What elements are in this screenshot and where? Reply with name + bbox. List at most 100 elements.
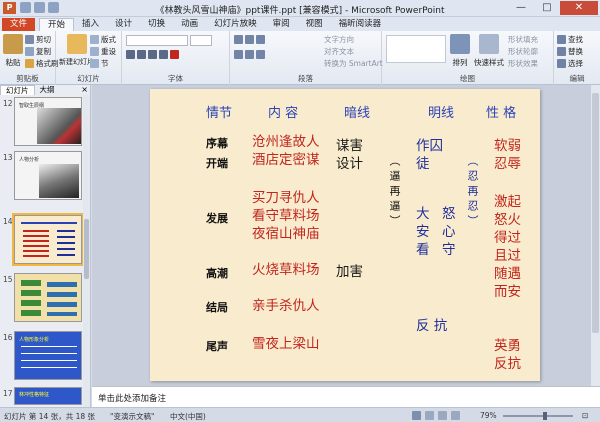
new-slide-button[interactable]: 新建幻灯片 xyxy=(59,34,94,67)
group-font: 字体 xyxy=(122,31,230,85)
arrange-button[interactable]: 排列 xyxy=(450,34,470,68)
align-center-icon[interactable] xyxy=(245,50,254,59)
reset-button[interactable]: 重设 xyxy=(90,46,116,57)
text-direction-button[interactable]: 文字方向 xyxy=(324,34,354,45)
slides-panel: 幻灯片 大纲 × 12 智取生辰纲 13 人物分析 14 15 16 人物形象分… xyxy=(0,85,91,407)
dark-line-vertical: （逼再逼） xyxy=(388,155,401,230)
zoom-slider-knob[interactable] xyxy=(542,412,547,420)
tab-slides[interactable]: 幻灯片 xyxy=(0,85,35,95)
slide-thumbnail-16[interactable]: 16 人物形象分析 xyxy=(0,331,88,381)
slide-thumbnail-12[interactable]: 12 智取生辰纲 xyxy=(0,97,88,147)
scissors-icon xyxy=(25,35,34,44)
layout-button[interactable]: 版式 xyxy=(90,34,116,45)
numbering-icon[interactable] xyxy=(245,35,254,44)
bold-icon[interactable] xyxy=(126,50,135,59)
shapes-gallery[interactable] xyxy=(386,35,446,63)
paste-icon xyxy=(3,34,23,54)
cut-button[interactable]: 剪切 xyxy=(25,34,51,45)
save-icon[interactable] xyxy=(20,2,31,13)
font-size-select[interactable] xyxy=(190,35,212,46)
maximize-button[interactable]: □ xyxy=(534,1,560,15)
thumbnail-image xyxy=(39,164,79,198)
reading-view-icon[interactable] xyxy=(438,411,447,420)
section-icon xyxy=(90,59,99,68)
tab-transitions[interactable]: 切换 xyxy=(140,18,173,31)
undo-icon[interactable] xyxy=(34,2,45,13)
quick-styles-button[interactable]: 快速样式 xyxy=(474,34,504,68)
tab-slideshow[interactable]: 幻灯片放映 xyxy=(206,18,265,31)
select-button[interactable]: 选择 xyxy=(557,58,583,69)
tab-design[interactable]: 设计 xyxy=(107,18,140,31)
powerpoint-logo-icon: P xyxy=(3,2,16,14)
notes-pane[interactable]: 单击此处添加备注 xyxy=(92,386,600,407)
dark-line-add-harm: 加害 xyxy=(336,264,363,280)
font-color-icon[interactable] xyxy=(170,50,179,59)
shape-fill-button[interactable]: 形状填充 xyxy=(508,34,538,45)
tab-animations[interactable]: 动画 xyxy=(173,18,206,31)
zoom-slider[interactable] xyxy=(503,412,573,420)
slides-panel-scrollbar[interactable] xyxy=(83,95,90,407)
indent-icon[interactable] xyxy=(256,35,265,44)
find-button[interactable]: 查找 xyxy=(557,34,583,45)
normal-view-icon[interactable] xyxy=(412,411,421,420)
minimize-button[interactable]: — xyxy=(508,1,534,15)
tab-foxit[interactable]: 福昕阅读器 xyxy=(331,18,390,31)
zoom-level[interactable]: 79% xyxy=(480,411,497,420)
slide-thumbnail-15[interactable]: 15 xyxy=(0,273,88,323)
content-row-2b: 看守草料场 xyxy=(252,208,320,224)
content-row-3: 火烧草料场 xyxy=(252,262,320,278)
slide-thumbnail-13[interactable]: 13 人物分析 xyxy=(0,151,88,201)
align-left-icon[interactable] xyxy=(234,50,243,59)
strikethrough-icon[interactable] xyxy=(159,50,168,59)
tab-view[interactable]: 视图 xyxy=(298,18,331,31)
slideshow-icon[interactable] xyxy=(451,411,460,420)
tab-outline[interactable]: 大纲 xyxy=(35,85,60,95)
paste-button[interactable]: 粘贴 xyxy=(3,34,23,68)
close-panel-icon[interactable]: × xyxy=(81,85,88,94)
redo-icon[interactable] xyxy=(48,2,59,13)
label-climax: 高潮 xyxy=(206,267,228,280)
editor-scrollbar[interactable] xyxy=(591,85,600,386)
fit-to-window-icon[interactable]: ⊡ xyxy=(582,411,588,420)
copy-button[interactable]: 复制 xyxy=(25,46,51,57)
tab-insert[interactable]: 插入 xyxy=(74,18,107,31)
shape-outline-button[interactable]: 形状轮廓 xyxy=(508,46,538,57)
reset-icon xyxy=(90,47,99,56)
brush-icon xyxy=(25,59,34,68)
ribbon-tabs: 文件 开始 插入 设计 切换 动画 幻灯片放映 审阅 视图 福昕阅读器 xyxy=(0,17,600,31)
slide-sorter-icon[interactable] xyxy=(425,411,434,420)
bright-line-follower: 徒 xyxy=(416,156,430,172)
bright-line-anger: 怒心守 xyxy=(442,206,456,258)
slide-thumbnail-14[interactable]: 14 xyxy=(0,213,88,266)
bullets-icon[interactable] xyxy=(234,35,243,44)
tab-home[interactable]: 开始 xyxy=(39,18,75,31)
smartart-button[interactable]: 转换为 SmartArt xyxy=(324,58,383,69)
character-rise-2: 得过 xyxy=(494,230,521,246)
label-prologue: 序幕 xyxy=(206,137,228,150)
tab-review[interactable]: 审阅 xyxy=(265,18,298,31)
slide-counter: 幻灯片 第 14 张，共 18 张 xyxy=(4,412,96,421)
section-button[interactable]: 节 xyxy=(90,58,109,69)
tab-file[interactable]: 文件 xyxy=(2,18,36,31)
status-bar: 幻灯片 第 14 张，共 18 张 "变演示文稿" 中文(中国) 79% ⊡ xyxy=(0,407,600,422)
group-drawing: 排列 快速样式 形状填充 形状轮廓 形状效果 绘图 xyxy=(382,31,554,85)
slide-canvas[interactable]: 情节 内 容 暗线 明线 性 格 序幕 开端 发展 高潮 结局 尾声 沧州逢故人… xyxy=(150,89,540,381)
character-weak: 软弱 xyxy=(494,138,521,154)
header-content: 内 容 xyxy=(268,106,299,121)
ribbon: 粘贴 剪切 复制 格式刷 剪贴板 新建幻灯片 版式 重设 节 幻灯片 字体 文字… xyxy=(0,31,600,85)
close-button[interactable]: ✕ xyxy=(560,1,598,15)
format-painter-button[interactable]: 格式刷 xyxy=(25,58,59,69)
shape-effects-button[interactable]: 形状效果 xyxy=(508,58,538,69)
italic-icon[interactable] xyxy=(137,50,146,59)
font-format-buttons[interactable] xyxy=(126,50,179,59)
group-paragraph: 文字方向 对齐文本 转换为 SmartArt 段落 xyxy=(230,31,383,85)
font-family-select[interactable] xyxy=(126,35,188,46)
align-text-button[interactable]: 对齐文本 xyxy=(324,46,354,57)
replace-button[interactable]: 替换 xyxy=(557,46,583,57)
slide-thumbnail-17[interactable]: 17 林冲性格特征 xyxy=(0,387,88,405)
underline-icon[interactable] xyxy=(148,50,157,59)
align-buttons[interactable] xyxy=(234,50,265,59)
list-buttons[interactable] xyxy=(234,35,265,44)
align-right-icon[interactable] xyxy=(256,50,265,59)
select-icon xyxy=(557,59,566,68)
